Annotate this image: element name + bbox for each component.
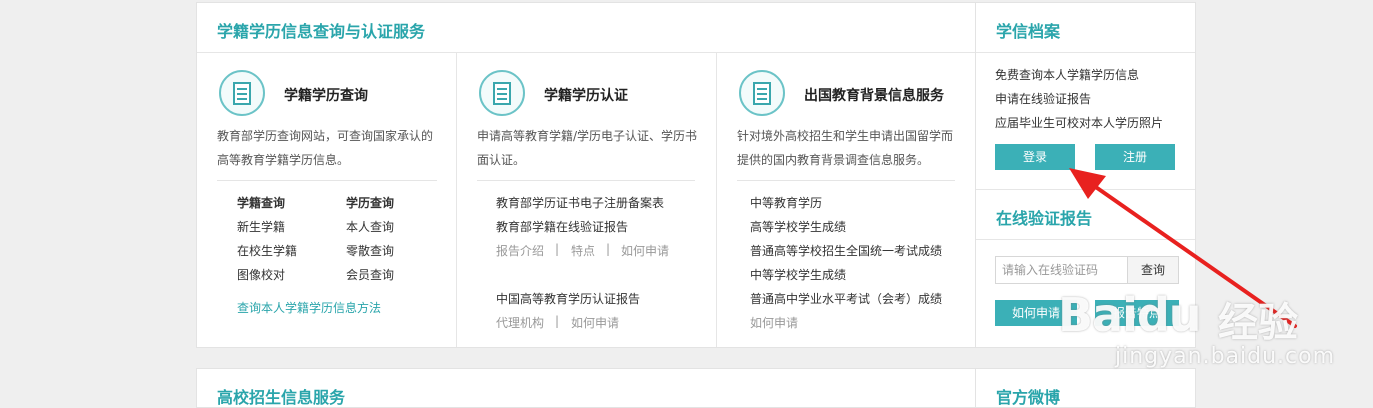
baidu-watermark: Baidu	[1058, 288, 1202, 342]
watermark-url: jingyan.baidu.com	[1115, 344, 1336, 369]
arrow-head	[1069, 168, 1106, 199]
watermark-cn: 经验	[1218, 300, 1298, 346]
